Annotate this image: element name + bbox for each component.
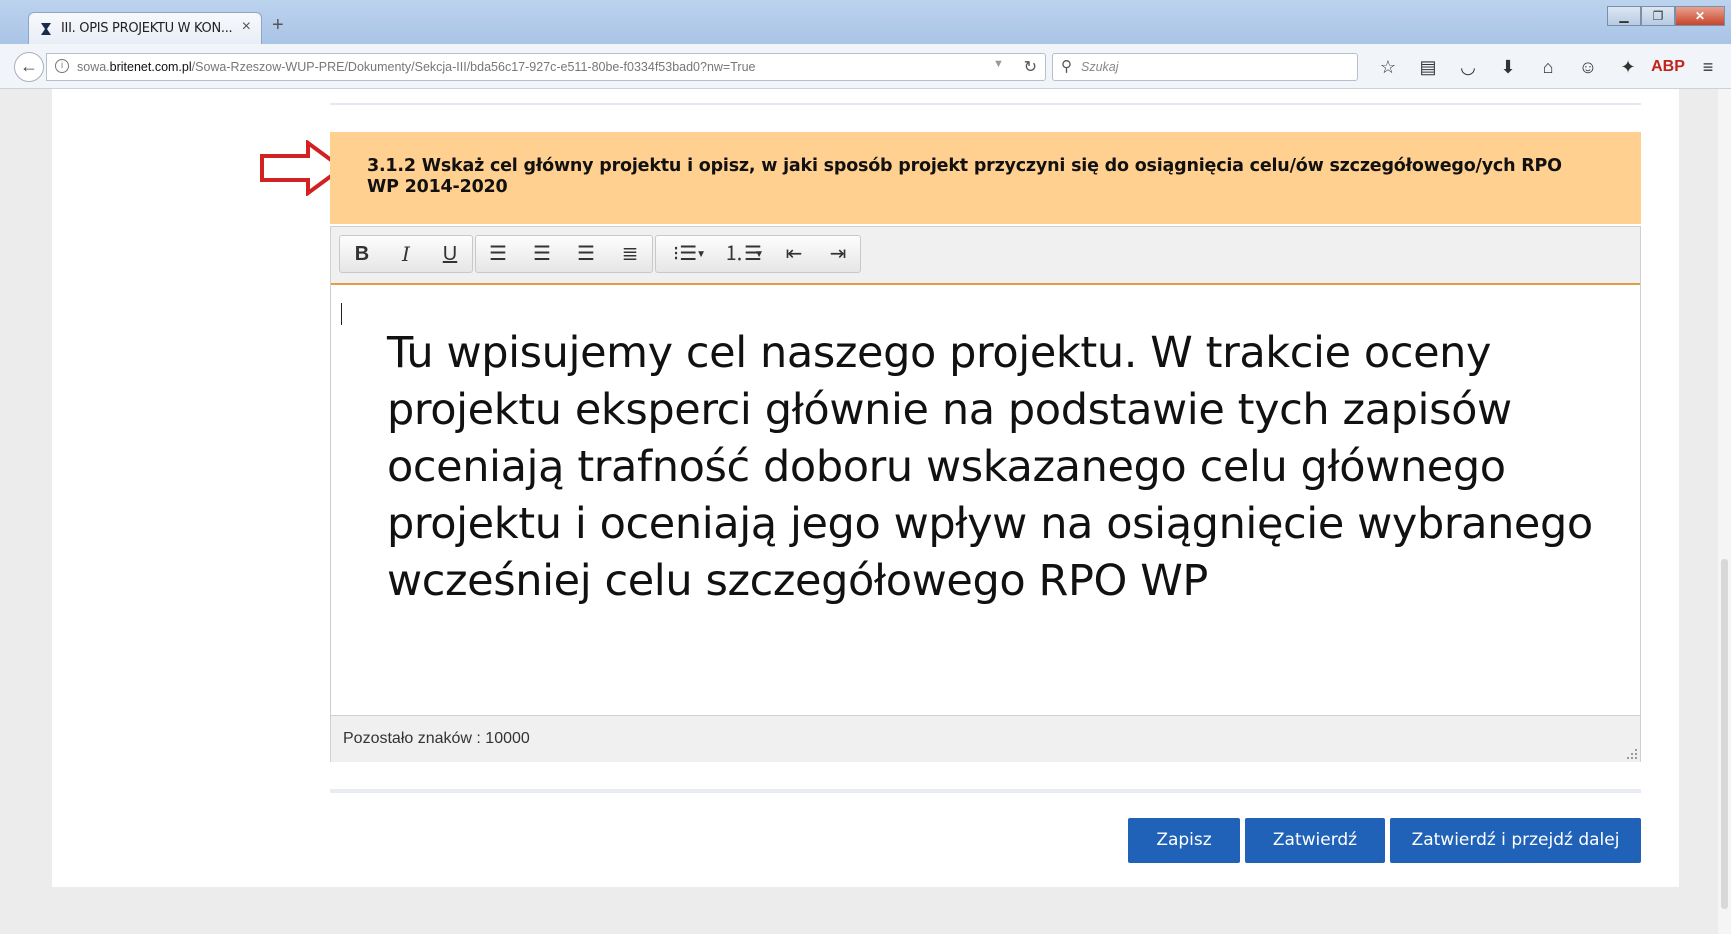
bold-button[interactable]: B [340,236,384,272]
star-icon[interactable]: ☆ [1368,53,1408,81]
menu-icon[interactable]: ≡ [1688,53,1728,81]
pocket-icon[interactable]: ◡ [1448,53,1488,81]
navigation-bar: ← i sowa.britenet.com.pl/Sowa-Rzeszow-WU… [0,44,1731,89]
page-scrollbar[interactable] [1718,89,1731,934]
question-header: 3.1.2 Wskaż cel główny projektu i opisz,… [330,132,1641,224]
tab-close-icon[interactable]: × [242,18,251,36]
italic-button[interactable]: I [384,236,428,272]
indent-icon: ⇥ [829,243,847,265]
align-right-icon: ☰ [577,243,595,265]
list-group: ⁝☰ ▼ ⒈☰ ▼ ⇤ ⇥ [655,235,861,273]
close-window-button[interactable]: ✕ [1675,6,1725,26]
tab-bar: III. OPIS PROJEKTU W KON... × + ▁ ❐ ✕ [0,0,1731,44]
chat-icon[interactable]: ☺ [1568,53,1608,81]
numbered-list-button[interactable]: ⒈☰ ▼ [714,236,772,272]
download-icon[interactable]: ⬇ [1488,53,1528,81]
reload-icon[interactable]: ↻ [1024,57,1037,77]
justify-button[interactable]: ≣ [608,236,652,272]
approve-and-next-button[interactable]: Zatwierdź i przejdź dalej [1390,818,1641,863]
new-tab-button[interactable]: + [272,14,284,37]
numbered-list-caret-icon: ▼ [754,249,764,260]
editor-body-text: Tu wpisujemy cel naszego projektu. W tra… [387,328,1593,606]
text-cursor [341,303,342,325]
outdent-button[interactable]: ⇤ [772,236,816,272]
editor-text-area[interactable]: Tu wpisujemy cel naszego projektu. W tra… [331,285,1640,715]
save-button[interactable]: Zapisz [1128,818,1240,863]
back-button[interactable]: ← [14,52,44,82]
url-dropdown-icon[interactable]: ▼ [993,58,1004,70]
url-domain: britenet.com.pl [109,60,192,74]
minimize-button[interactable]: ▁ [1607,6,1641,26]
indent-button[interactable]: ⇥ [816,236,860,272]
align-center-icon: ☰ [533,243,551,265]
align-left-button[interactable]: ☰ [476,236,520,272]
home-icon[interactable]: ⌂ [1528,53,1568,81]
editor-toolbar: B I U ☰ ☰ ☰ ≣ ⁝☰ ▼ ⒈☰ ▼ ⇤ ⇥ [331,227,1640,285]
align-group: ☰ ☰ ☰ ≣ [475,235,653,273]
search-placeholder: Szukaj [1081,60,1119,74]
addon-icon[interactable]: ✦ [1608,53,1648,81]
rich-text-editor: B I U ☰ ☰ ☰ ≣ ⁝☰ ▼ ⒈☰ ▼ ⇤ ⇥ Tu wpisujemy c… [330,226,1641,762]
back-arrow-icon: ← [20,56,38,76]
site-info-icon[interactable]: i [55,59,69,73]
divider-bottom [330,789,1641,793]
search-icon: ⚲ [1061,58,1072,75]
search-bar[interactable]: ⚲ Szukaj [1052,53,1358,81]
format-group: B I U [339,235,473,273]
url-prefix: sowa. [77,60,110,74]
divider-top [330,103,1641,105]
outdent-icon: ⇤ [785,243,803,265]
tab-title: III. OPIS PROJEKTU W KON... [61,21,233,36]
reading-list-icon[interactable]: ▤ [1408,53,1448,81]
approve-button[interactable]: Zatwierdź [1245,818,1385,863]
window-controls: ▁ ❐ ✕ [1607,6,1725,28]
site-favicon-icon [41,23,51,35]
question-title: 3.1.2 Wskaż cel główny projektu i opisz,… [367,156,1562,197]
scrollbar-thumb[interactable] [1721,559,1728,909]
editor-status-bar: Pozostało znaków : 10000 [331,715,1640,762]
browser-tab[interactable]: III. OPIS PROJEKTU W KON... × [28,12,262,44]
address-bar[interactable]: i sowa.britenet.com.pl/Sowa-Rzeszow-WUP-… [46,53,1046,81]
bullet-list-button[interactable]: ⁝☰ ▼ [656,236,714,272]
bullet-list-caret-icon: ▼ [696,249,706,260]
underline-button[interactable]: U [428,236,472,272]
adblock-icon[interactable]: ABP [1648,53,1688,81]
align-left-icon: ☰ [489,243,507,265]
bullet-list-icon: ⁝☰ [672,243,698,265]
browser-toolbar-icons: ☆ ▤ ◡ ⬇ ⌂ ☺ ✦ ABP ≡ [1368,53,1728,81]
url-text: sowa.britenet.com.pl/Sowa-Rzeszow-WUP-PR… [77,60,755,74]
maximize-button[interactable]: ❐ [1641,6,1675,26]
browser-window: III. OPIS PROJEKTU W KON... × + ▁ ❐ ✕ ← … [0,0,1731,934]
resize-grip-icon[interactable] [1626,748,1638,760]
align-center-button[interactable]: ☰ [520,236,564,272]
justify-icon: ≣ [621,243,639,265]
url-path: /Sowa-Rzeszow-WUP-PRE/Dokumenty/Sekcja-I… [191,60,756,74]
characters-left-counter: Pozostało znaków : 10000 [343,730,530,747]
align-right-button[interactable]: ☰ [564,236,608,272]
